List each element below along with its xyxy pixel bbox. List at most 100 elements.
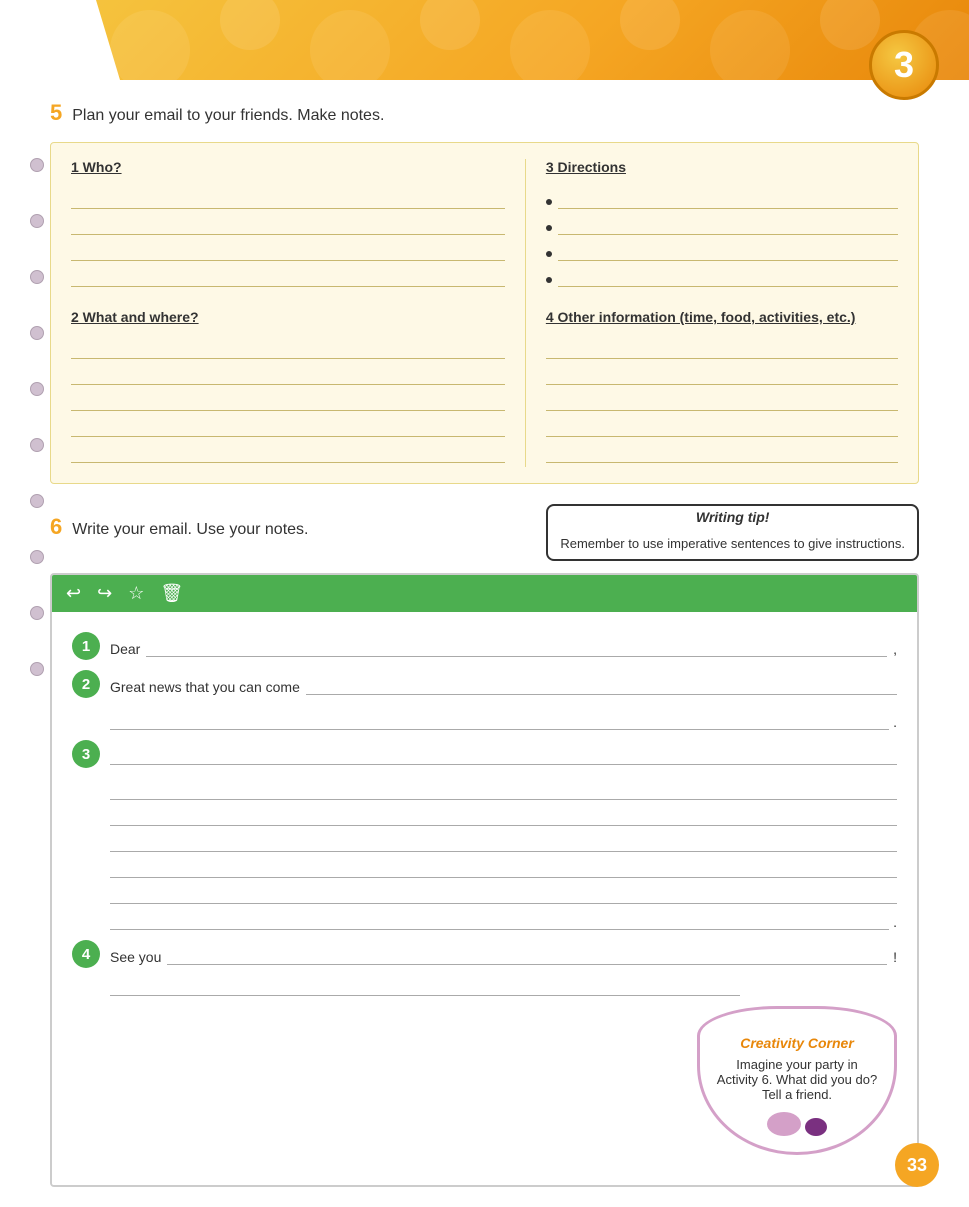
section1-title: 1 Who?: [71, 159, 505, 175]
bullet-write-line[interactable]: [558, 213, 898, 235]
paragraph4-input[interactable]: [167, 943, 887, 965]
paragraph2-input2[interactable]: [110, 708, 889, 730]
write-line[interactable]: [546, 441, 898, 463]
write-line[interactable]: [71, 265, 505, 287]
bubble1: [767, 1112, 801, 1136]
notes-left-column: 1 Who? 2 What and where?: [71, 159, 526, 467]
page-number: 33: [895, 1143, 939, 1187]
bullet-line[interactable]: [546, 187, 898, 209]
write-line[interactable]: [546, 389, 898, 411]
ring-binders: [30, 158, 44, 676]
bullet-dot: [546, 199, 552, 205]
creativity-corner: Creativity Corner Imagine your party in …: [697, 1006, 897, 1155]
bullet-dot: [546, 251, 552, 257]
paragraph3-block: 3 .: [72, 740, 897, 930]
delete-icon[interactable]: 🗑: [160, 583, 183, 604]
activity6-title-row: 6 Write your email. Use your notes.: [50, 514, 526, 540]
section2-title: 2 What and where?: [71, 309, 505, 325]
write-line[interactable]: [71, 239, 505, 261]
para4-extra-line[interactable]: [110, 974, 740, 996]
write-line[interactable]: [71, 337, 505, 359]
paragraph1-row: 1 Dear ,: [72, 632, 897, 660]
paragraph1-badge: 1: [72, 632, 100, 660]
paragraph1-comma: ,: [893, 641, 897, 657]
bubble2: [805, 1118, 827, 1136]
ring: [30, 550, 44, 564]
write-line[interactable]: [71, 441, 505, 463]
writing-tip: Writing tip! Remember to use imperative …: [546, 504, 919, 561]
paragraph3-badge: 3: [72, 740, 100, 768]
paragraph3-row: 3: [72, 740, 897, 768]
paragraph3-line2[interactable]: [110, 778, 897, 800]
undo-icon[interactable]: ↩: [66, 583, 81, 604]
paragraph3-line1[interactable]: [110, 743, 897, 765]
activity5-header: 5 Plan your email to your friends. Make …: [50, 100, 919, 126]
write-line[interactable]: [71, 187, 505, 209]
bullet-line[interactable]: [546, 213, 898, 235]
notes-right-column: 3 Directions: [526, 159, 898, 467]
ring: [30, 214, 44, 228]
section4: 4 Other information (time, food, activit…: [546, 309, 898, 463]
ring: [30, 326, 44, 340]
bullet-write-line[interactable]: [558, 265, 898, 287]
write-line[interactable]: [546, 337, 898, 359]
writing-tip-label: Writing tip!: [546, 504, 919, 528]
ring: [30, 606, 44, 620]
bullet-write-line[interactable]: [558, 187, 898, 209]
paragraph4-block: 4 See you !: [72, 940, 897, 996]
activity5-instruction: Plan your email to your friends. Make no…: [72, 107, 384, 125]
write-line[interactable]: [546, 363, 898, 385]
write-line[interactable]: [71, 415, 505, 437]
section2: 2 What and where?: [71, 309, 505, 463]
paragraph2-block: 2 Great news that you can come .: [72, 670, 897, 730]
email-body: 1 Dear , 2 Great news that you can come: [52, 612, 917, 1185]
ring: [30, 662, 44, 676]
activity5-number: 5: [50, 100, 62, 126]
paragraph4-prefix: See you: [110, 949, 161, 965]
ring: [30, 438, 44, 452]
banner-white-area: [0, 0, 120, 80]
chat-bubbles: [716, 1112, 878, 1136]
paragraph3-line5[interactable]: [110, 856, 897, 878]
ring: [30, 158, 44, 172]
activity6-number: 6: [50, 514, 62, 540]
paragraph2-input1[interactable]: [306, 673, 897, 695]
paragraph1-prefix: Dear: [110, 641, 140, 657]
paragraph2-row1: 2 Great news that you can come: [72, 670, 897, 698]
section3-title: 3 Directions: [546, 159, 898, 175]
creativity-text: Imagine your party in Activity 6. What d…: [716, 1057, 878, 1102]
ring: [30, 382, 44, 396]
ring: [30, 494, 44, 508]
section4-title: 4 Other information (time, food, activit…: [546, 309, 898, 325]
notes-box: 1 Who? 2 What and where?: [50, 142, 919, 484]
write-line[interactable]: [71, 389, 505, 411]
paragraph3-period: .: [893, 914, 897, 930]
write-line[interactable]: [71, 213, 505, 235]
bullet-line[interactable]: [546, 239, 898, 261]
paragraph4-bottom-lines: [110, 974, 897, 996]
creativity-title: Creativity Corner: [716, 1035, 878, 1051]
ring: [30, 270, 44, 284]
redo-icon[interactable]: ↪: [97, 583, 112, 604]
unit-badge: 3: [869, 30, 939, 100]
paragraph3-line4[interactable]: [110, 830, 897, 852]
bullet-line[interactable]: [546, 265, 898, 287]
write-line[interactable]: [71, 363, 505, 385]
paragraph1-input[interactable]: [146, 635, 887, 657]
bullet-dot: [546, 277, 552, 283]
paragraph2-badge: 2: [72, 670, 100, 698]
paragraph3-line6[interactable]: [110, 882, 897, 904]
paragraph3-line3[interactable]: [110, 804, 897, 826]
email-editor: ↩ ↪ ☆ 🗑 1 Dear ,: [50, 573, 919, 1187]
star-icon[interactable]: ☆: [128, 583, 144, 604]
writing-tip-text: Remember to use imperative sentences to …: [546, 528, 919, 561]
paragraph3-line7[interactable]: [110, 908, 889, 930]
paragraph3-lines: .: [110, 778, 897, 930]
write-line[interactable]: [546, 415, 898, 437]
paragraph4-badge: 4: [72, 940, 100, 968]
paragraph2-prefix: Great news that you can come: [110, 679, 300, 695]
section1: 1 Who?: [71, 159, 505, 287]
paragraph4-suffix: !: [893, 949, 897, 965]
bullet-write-line[interactable]: [558, 239, 898, 261]
paragraph2-period: .: [893, 714, 897, 730]
